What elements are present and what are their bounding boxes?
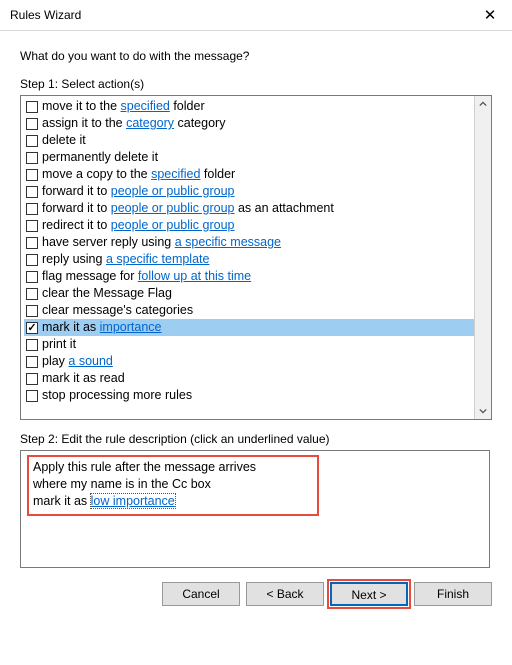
action-checkbox[interactable] [26,237,38,249]
action-row[interactable]: permanently delete it [24,149,475,166]
description-line: mark it as low importance [33,493,313,510]
window-title: Rules Wizard [10,8,81,22]
close-button[interactable]: ✕ [468,0,512,30]
action-label: forward it to people or public group as … [42,200,334,217]
action-row[interactable]: delete it [24,132,475,149]
action-label: mark it as read [42,370,125,387]
action-row[interactable]: flag message for follow up at this time [24,268,475,285]
action-row[interactable]: forward it to people or public group [24,183,475,200]
action-checkbox[interactable] [26,101,38,113]
action-row[interactable]: print it [24,336,475,353]
action-label: move a copy to the specified folder [42,166,235,183]
action-checkbox[interactable] [26,271,38,283]
action-label: play a sound [42,353,113,370]
action-checkbox[interactable] [26,356,38,368]
action-link[interactable]: specified [151,167,200,181]
action-checkbox[interactable] [26,288,38,300]
action-row[interactable]: move it to the specified folder [24,98,475,115]
back-button[interactable]: < Back [246,582,324,606]
action-label: clear the Message Flag [42,285,172,302]
action-checkbox[interactable] [26,305,38,317]
close-icon: ✕ [484,6,497,24]
action-checkbox[interactable] [26,135,38,147]
step1-label: Step 1: Select action(s) [20,77,492,91]
scroll-down-icon[interactable] [475,403,491,419]
action-checkbox[interactable] [26,390,38,402]
action-label: delete it [42,132,86,149]
action-checkbox[interactable] [26,254,38,266]
action-label: mark it as importance [42,319,162,336]
action-link[interactable]: follow up at this time [138,269,251,283]
action-checkbox[interactable] [26,322,38,334]
action-label: move it to the specified folder [42,98,205,115]
action-row[interactable]: clear the Message Flag [24,285,475,302]
description-highlight: Apply this rule after the message arrive… [27,455,319,516]
action-label: flag message for follow up at this time [42,268,251,285]
step2-label: Step 2: Edit the rule description (click… [20,432,492,446]
action-link[interactable]: people or public group [111,184,235,198]
action-row[interactable]: stop processing more rules [24,387,475,404]
action-label: forward it to people or public group [42,183,234,200]
action-row[interactable]: clear message's categories [24,302,475,319]
action-checkbox[interactable] [26,186,38,198]
action-link[interactable]: specified [121,99,170,113]
action-checkbox[interactable] [26,373,38,385]
action-row[interactable]: have server reply using a specific messa… [24,234,475,251]
action-label: redirect it to people or public group [42,217,234,234]
action-checkbox[interactable] [26,152,38,164]
action-label: clear message's categories [42,302,193,319]
action-checkbox[interactable] [26,339,38,351]
action-row[interactable]: move a copy to the specified folder [24,166,475,183]
action-row[interactable]: forward it to people or public group as … [24,200,475,217]
action-label: print it [42,336,76,353]
actions-list: move it to the specified folderassign it… [20,95,492,420]
action-link[interactable]: people or public group [111,201,235,215]
scrollbar[interactable] [474,96,491,419]
action-row[interactable]: assign it to the category category [24,115,475,132]
importance-value-link[interactable]: low importance [91,494,175,508]
action-link[interactable]: a specific message [175,235,281,249]
action-label: have server reply using a specific messa… [42,234,281,251]
cancel-button[interactable]: Cancel [162,582,240,606]
action-link[interactable]: category [126,116,174,130]
action-label: permanently delete it [42,149,158,166]
finish-button[interactable]: Finish [414,582,492,606]
action-checkbox[interactable] [26,169,38,181]
description-text: mark it as [33,494,91,508]
action-label: stop processing more rules [42,387,192,404]
action-label: assign it to the category category [42,115,225,132]
next-button[interactable]: Next > [330,582,408,606]
action-row[interactable]: mark it as importance [24,319,475,336]
action-link[interactable]: a specific template [106,252,210,266]
description-line: where my name is in the Cc box [33,476,313,493]
action-link[interactable]: importance [100,320,162,334]
description-box: Apply this rule after the message arrive… [20,450,490,568]
button-bar: Cancel < Back Next > Finish [0,578,512,618]
titlebar: Rules Wizard ✕ [0,0,512,31]
action-checkbox[interactable] [26,220,38,232]
action-label: reply using a specific template [42,251,209,268]
action-row[interactable]: redirect it to people or public group [24,217,475,234]
wizard-prompt: What do you want to do with the message? [20,49,492,63]
action-link[interactable]: a sound [68,354,112,368]
description-line: Apply this rule after the message arrive… [33,459,313,476]
action-row[interactable]: play a sound [24,353,475,370]
action-checkbox[interactable] [26,118,38,130]
action-checkbox[interactable] [26,203,38,215]
action-row[interactable]: mark it as read [24,370,475,387]
action-row[interactable]: reply using a specific template [24,251,475,268]
scroll-up-icon[interactable] [475,96,491,112]
action-link[interactable]: people or public group [111,218,235,232]
